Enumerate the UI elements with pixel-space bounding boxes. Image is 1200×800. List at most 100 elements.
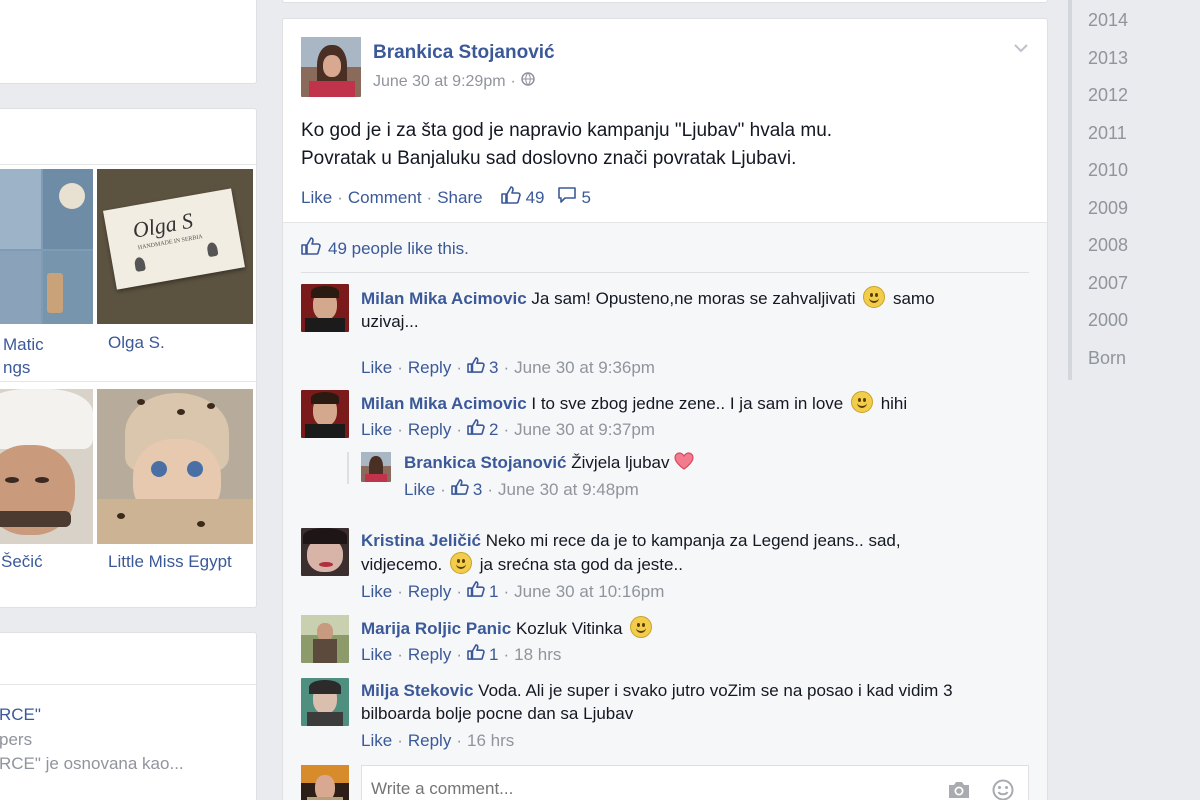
current-user-avatar bbox=[301, 765, 349, 800]
post-timestamp[interactable]: June 30 at 9:29pm bbox=[373, 73, 506, 91]
comment-body: Milan Mika Acimovic Ja sam! Opusteno,ne … bbox=[361, 286, 1021, 333]
page-card-header bbox=[0, 633, 258, 685]
reply-author-avatar[interactable] bbox=[361, 452, 391, 482]
comment-reply-button[interactable]: Reply bbox=[408, 731, 451, 751]
comment-actions-separator: · bbox=[397, 731, 403, 750]
comment-actions: Like · Reply · 16 hrs bbox=[361, 731, 514, 751]
thumbs-up-icon bbox=[451, 479, 469, 500]
comment-reply-button[interactable]: Reply bbox=[408, 420, 451, 440]
comment-reply-button[interactable]: Reply bbox=[408, 358, 451, 378]
photo-grid-divider bbox=[0, 381, 258, 382]
comment-input-box[interactable] bbox=[361, 765, 1029, 800]
timeline-year-link[interactable]: 2013 bbox=[1088, 48, 1128, 69]
comment-author[interactable]: Kristina Jeličić bbox=[361, 531, 481, 550]
comment-text: Neko mi rece da je to kampanja za Legend… bbox=[485, 531, 901, 550]
photo-tile-4[interactable] bbox=[97, 389, 253, 544]
comment-text: Kozluk Vitinka bbox=[515, 619, 623, 638]
post-like-button[interactable]: Like bbox=[301, 188, 332, 208]
thumbs-up-icon bbox=[467, 581, 485, 602]
post-like-count[interactable]: 49 bbox=[526, 188, 545, 208]
comment-actions-separator: · bbox=[456, 644, 462, 664]
timeline-year-link[interactable]: 2009 bbox=[1088, 198, 1128, 219]
timeline-year-link[interactable]: 2008 bbox=[1088, 235, 1128, 256]
comment-like-count[interactable]: 2 bbox=[489, 420, 498, 440]
comment-timestamp[interactable]: June 30 at 9:36pm bbox=[514, 358, 655, 378]
page-snippet-title[interactable]: RCE" bbox=[0, 705, 41, 725]
photo-tile-3-label[interactable]: Šečić bbox=[1, 552, 43, 572]
reply-thread-line bbox=[347, 452, 349, 484]
comment-reply-button[interactable]: Reply bbox=[408, 645, 451, 665]
comment-actions-separator: · bbox=[397, 581, 403, 601]
page-snippet-description: RCE" je osnovana kao... bbox=[0, 754, 184, 773]
comment-author[interactable]: Milan Mika Acimovic bbox=[361, 289, 527, 308]
heart-icon bbox=[674, 451, 694, 476]
comment-actions-separator: · bbox=[456, 357, 462, 377]
comment-actions-separator: · bbox=[503, 581, 510, 601]
likes-summary-text[interactable]: 49 people like this. bbox=[328, 239, 469, 259]
post-comment-button[interactable]: Comment bbox=[348, 188, 422, 208]
comment-input[interactable] bbox=[362, 766, 922, 800]
timeline-year-link[interactable]: 2014 bbox=[1088, 10, 1128, 31]
post-actions: Like · Comment · Share 49 5 bbox=[301, 186, 591, 209]
comment-like-button[interactable]: Like bbox=[361, 420, 392, 440]
photo-tile-1[interactable] bbox=[0, 169, 93, 324]
post-actions-separator: · bbox=[426, 187, 433, 207]
comment-text-continued: vidjecemo. bbox=[361, 555, 443, 574]
photo-tile-1-label[interactable]: Matic ngs bbox=[3, 333, 44, 379]
commenter-avatar[interactable] bbox=[301, 528, 349, 576]
reply-like-button[interactable]: Like bbox=[404, 480, 435, 500]
reply-like-count[interactable]: 3 bbox=[473, 480, 482, 500]
post-author-name[interactable]: Brankica Stojanović bbox=[373, 42, 555, 64]
post-author-avatar[interactable] bbox=[301, 37, 361, 97]
comment-like-button[interactable]: Like bbox=[361, 582, 392, 602]
commenter-avatar[interactable] bbox=[301, 390, 349, 438]
comment-timestamp[interactable]: 18 hrs bbox=[514, 645, 561, 665]
comment-reply-button[interactable]: Reply bbox=[408, 582, 451, 602]
comment-timestamp[interactable]: 16 hrs bbox=[467, 731, 514, 751]
timeline-year-link[interactable]: 2007 bbox=[1088, 273, 1128, 294]
reply-actions-separator: · bbox=[487, 479, 493, 499]
post-share-button[interactable]: Share bbox=[437, 188, 482, 208]
camera-icon[interactable] bbox=[947, 780, 971, 800]
photo-tile-2-label[interactable]: Olga S. bbox=[108, 333, 165, 353]
reply-author[interactable]: Brankica Stojanović bbox=[404, 453, 567, 472]
commenter-avatar[interactable] bbox=[301, 284, 349, 332]
chevron-down-icon[interactable] bbox=[1013, 41, 1029, 59]
comment-timestamp[interactable]: June 30 at 9:37pm bbox=[514, 420, 655, 440]
comment-actions: Like · Reply · 2 · June 30 at 9:37pm bbox=[361, 419, 655, 440]
post-comment-count[interactable]: 5 bbox=[582, 188, 591, 208]
comment-like-button[interactable]: Like bbox=[361, 731, 392, 751]
timeline-year-link[interactable]: 2012 bbox=[1088, 85, 1128, 106]
previous-post-card bbox=[282, 0, 1048, 3]
comment-like-button[interactable]: Like bbox=[361, 358, 392, 378]
reply-timestamp[interactable]: June 30 at 9:48pm bbox=[498, 480, 639, 500]
photo-tile-2[interactable]: Olga S HANDMADE IN SERBIA bbox=[97, 169, 253, 324]
comment-author[interactable]: Marija Roljic Panic bbox=[361, 619, 511, 638]
smiley-emoji-icon bbox=[850, 391, 873, 413]
comment-body: Milja Stekovic Voda. Ali je super i svak… bbox=[361, 679, 1021, 725]
timeline-year-link[interactable]: 2000 bbox=[1088, 310, 1128, 331]
timeline-year-link[interactable]: 2010 bbox=[1088, 160, 1128, 181]
comment-author[interactable]: Milja Stekovic bbox=[361, 681, 473, 700]
comments-section: 49 people like this. Milan Mika Acimovic… bbox=[283, 222, 1047, 800]
photo-tile-3[interactable] bbox=[0, 389, 93, 544]
reply-actions: Like · 3 · June 30 at 9:48pm bbox=[404, 479, 639, 500]
post-card: Brankica Stojanović June 30 at 9:29pm · … bbox=[282, 18, 1048, 800]
comment-timestamp[interactable]: June 30 at 10:16pm bbox=[514, 582, 664, 602]
comment-like-count[interactable]: 1 bbox=[489, 645, 498, 665]
comment-like-button[interactable]: Like bbox=[361, 645, 392, 665]
emoji-picker-icon[interactable] bbox=[992, 779, 1014, 800]
thumbs-up-icon bbox=[467, 644, 485, 665]
comment-like-count[interactable]: 3 bbox=[489, 358, 498, 378]
comment-author[interactable]: Milan Mika Acimovic bbox=[361, 394, 527, 413]
comment-text-continued: ja srećna sta god da jeste.. bbox=[479, 555, 683, 574]
comment-like-count[interactable]: 1 bbox=[489, 582, 498, 602]
timeline-year-link[interactable]: Born bbox=[1088, 348, 1126, 369]
post-text: Ko god je i za šta god je napravio kampa… bbox=[301, 117, 832, 173]
commenter-avatar[interactable] bbox=[301, 678, 349, 726]
photo-tile-4-label[interactable]: Little Miss Egypt bbox=[108, 552, 232, 572]
smiley-emoji-icon bbox=[450, 552, 472, 574]
commenter-avatar[interactable] bbox=[301, 615, 349, 663]
post-text-line-2: Povratak u Banjaluku sad doslovno znači … bbox=[301, 148, 797, 169]
timeline-year-link[interactable]: 2011 bbox=[1088, 123, 1127, 144]
